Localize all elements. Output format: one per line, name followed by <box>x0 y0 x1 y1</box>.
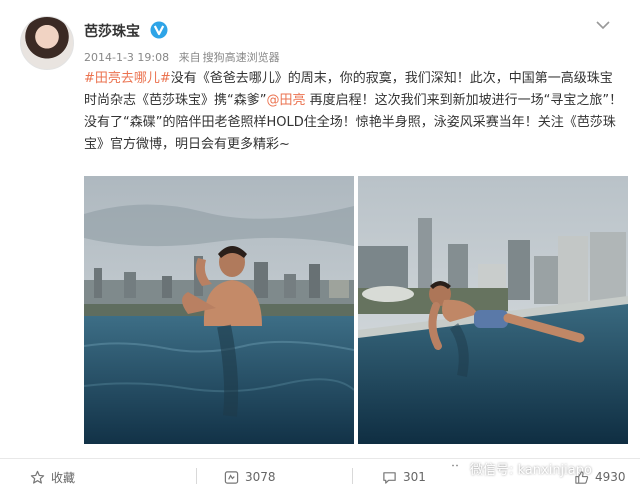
comment-count: 301 <box>403 470 426 484</box>
separator <box>196 468 197 484</box>
like-count: 4930 <box>595 470 626 484</box>
wechat-watermark: 微信号: kanxinjiapo <box>448 458 592 478</box>
favorite-label: 收藏 <box>51 470 76 485</box>
verified-icon <box>150 21 168 39</box>
repost-icon <box>224 470 239 484</box>
thumbs-up-icon <box>575 470 589 484</box>
post-source[interactable]: 搜狗高速浏览器 <box>203 51 280 64</box>
repost-count: 3078 <box>245 470 276 484</box>
like-button[interactable]: 4930 <box>574 466 626 488</box>
star-icon <box>30 470 45 484</box>
comment-button[interactable]: 301 <box>382 466 426 488</box>
chevron-down-icon[interactable] <box>596 20 610 30</box>
favorite-button[interactable]: 收藏 <box>30 466 75 488</box>
comment-icon <box>383 471 396 484</box>
author-name[interactable]: 芭莎珠宝 <box>84 21 140 41</box>
avatar[interactable] <box>20 16 74 70</box>
source-prefix: 来自 <box>178 51 201 64</box>
post-text: #田亮去哪儿#没有《爸爸去哪儿》的周末，你的寂寞，我们深知！此次，中国第一高级珠… <box>84 68 624 156</box>
mention-link[interactable]: @田亮 <box>266 93 305 108</box>
post-timestamp[interactable]: 2014-1-3 19:08 <box>84 51 169 64</box>
post-meta: 2014-1-3 19:08 来自 搜狗高速浏览器 <box>84 49 286 65</box>
repost-button[interactable]: 3078 <box>224 466 276 488</box>
wechat-icon <box>449 461 465 474</box>
hashtag-link[interactable]: #田亮去哪儿# <box>84 71 171 86</box>
photo-pool-sitting[interactable] <box>84 176 354 444</box>
photo-pool-lying[interactable] <box>358 176 628 444</box>
separator <box>352 468 353 484</box>
